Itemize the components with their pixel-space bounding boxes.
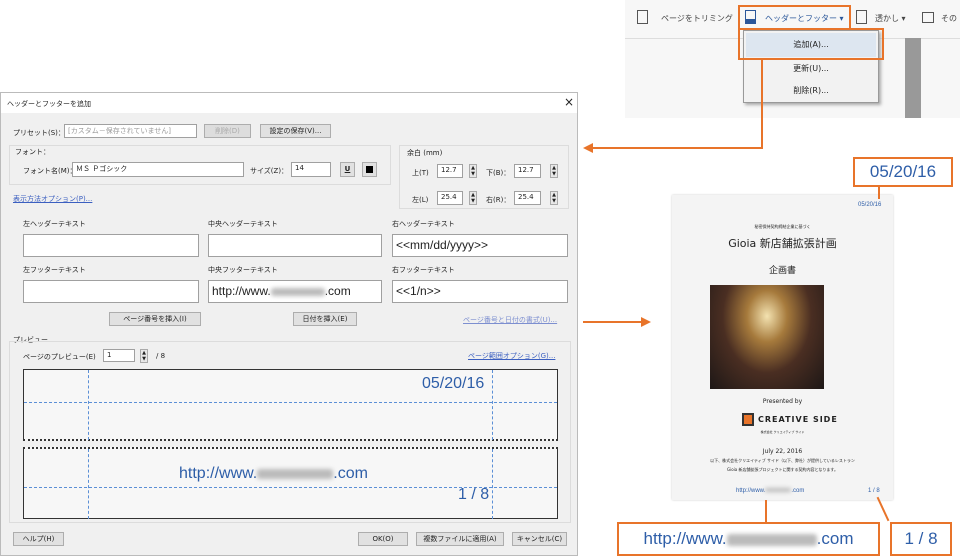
more-button[interactable]: その [941,13,957,24]
left-footer-label: 左フッターテキスト [23,266,86,274]
page-subtitle: 秘密保持契約締結企業に基づく [754,224,811,229]
preview-page-spinner[interactable]: ▲ ▼ [140,349,148,363]
appearance-options-link[interactable]: 表示方法オプション(P)... [13,194,92,204]
insert-date-button[interactable]: 日付を挿入(E) [293,312,357,326]
left-header-input[interactable] [23,234,199,257]
preset-label: プリセット(S)： [13,129,65,137]
left-header-label: 左ヘッダーテキスト [23,220,86,228]
size-label: サイズ(Z)： [250,167,289,175]
add-highlight [738,28,884,60]
right-footer-input[interactable]: <<1/n>> [392,280,568,303]
right-margin-label: 右(R)： [486,196,511,204]
url-suffix: .com [324,284,351,298]
cancel-button[interactable]: キャンセル(C) [512,532,567,546]
center-header-input[interactable] [208,234,382,257]
page-doc-type: 企画書 [768,266,796,276]
watermark-button[interactable]: 透かし ▾ [875,13,906,24]
page-header-date: 05/20/16 [858,202,882,208]
top-margin-input[interactable]: 12.7 [437,164,463,178]
title-bar: ヘッダーとフッターを追加 × [1,93,577,113]
url-callout: http://www. .com [617,522,880,556]
connector-line [583,321,641,323]
font-color-button[interactable] [362,162,377,177]
bottom-margin-input[interactable]: 12.7 [514,164,541,178]
preview-footer-page: 1 / 8 [458,486,490,503]
page-footer-num: 1 / 8 [868,488,880,494]
ok-button[interactable]: OK(O) [358,532,408,546]
right-margin-spinner[interactable]: ▲ ▼ [550,191,558,205]
header-preview: 05/20/16 [23,369,558,441]
center-footer-input[interactable]: http://www. .com [208,280,382,303]
arrow-left-icon [583,143,593,153]
font-name-label: フォント名(M)： [23,167,77,175]
font-size-select[interactable]: 14 [291,162,331,177]
logo-icon [742,413,754,426]
left-margin-input[interactable]: 25.4 [437,191,463,205]
preview-page-label: ページのプレビュー(E) [23,353,96,361]
connector-line [592,147,763,149]
top-margin-spinner[interactable]: ▲ ▼ [469,164,477,178]
bottom-margin-label: 下(B)： [486,169,511,177]
preset-select[interactable]: [カスタム－保存されていません] [64,124,197,138]
font-name-select[interactable]: ＭＳ Ｐゴシック [72,162,244,177]
list-icon [922,12,934,23]
page-number-callout: 1 / 8 [890,522,952,556]
menu-item-update[interactable]: 更新(U)... [744,63,878,74]
footer-preview: http://www. .com 1 / 8 [23,447,558,519]
page-date-format-link[interactable]: ページ番号と日付の書式(U)... [463,315,557,325]
restaurant-photo [710,285,824,389]
page-body1: 以下、株式会社クリエイティブ サイド（以下、弊社）が提供しているレストラン [710,458,855,463]
watermark-icon [856,10,867,24]
crop-page-icon [637,10,648,24]
page-date2: July 22, 2016 [762,448,803,455]
preview-header-date: 05/20/16 [422,375,485,392]
right-footer-label: 右フッターテキスト [392,266,455,274]
right-header-label: 右ヘッダーテキスト [392,220,455,228]
logo-subtext: 株式会社 クリエイティブ サイド [760,430,805,434]
page-range-options-link[interactable]: ページ範囲オプション(G)... [468,351,555,361]
underline-button[interactable]: U [340,162,355,177]
preview-footer-url: http://www. .com [179,465,368,482]
menu-item-delete[interactable]: 削除(R)... [744,85,878,96]
arrow-right-icon [641,317,651,327]
close-icon[interactable]: × [564,95,574,109]
page-body2: Gioia 新店舗拡張プロジェクトに関する契約内容となります。 [727,467,838,472]
header-footer-dialog: ヘッダーとフッターを追加 × プリセット(S)： [カスタム－保存されていません… [0,92,578,556]
page-footer-url: http://www. .com [736,488,805,494]
dialog-title: ヘッダーとフッターを追加 [7,100,91,108]
right-margin-input[interactable]: 25.4 [514,191,541,205]
bottom-margin-spinner[interactable]: ▲ ▼ [550,164,558,178]
page-title: Gioia 新店舗拡張計画 [728,237,837,250]
connector-line [761,60,763,149]
document-page: 05/20/16 秘密保持契約締結企業に基づく Gioia 新店舗拡張計画 企画… [672,195,893,500]
preview-page-input[interactable]: 1 [103,349,135,362]
logo-text: CREATIVE SIDE [758,415,838,424]
center-header-label: 中央ヘッダーテキスト [208,220,278,228]
apply-multiple-files-button[interactable]: 複数ファイルに適用(A) [416,532,504,546]
left-footer-input[interactable] [23,280,199,303]
presented-by: Presented by [762,398,803,405]
left-margin-spinner[interactable]: ▲ ▼ [469,191,477,205]
date-callout: 05/20/16 [853,157,953,187]
right-header-input[interactable]: <<mm/dd/yyyy>> [392,234,568,257]
insert-page-number-button[interactable]: ページ番号を挿入(I) [109,312,201,326]
top-margin-label: 上(T) [412,169,429,177]
scrollbar[interactable] [905,38,921,118]
delete-preset-button[interactable]: 削除(D) [204,124,251,138]
left-margin-label: 左(L) [412,196,429,204]
url-prefix: http://www. [212,284,271,298]
header-footer-highlight [738,5,851,30]
preview-total: / 8 [156,352,166,360]
save-settings-button[interactable]: 設定の保存(V)... [260,124,331,138]
trim-page-button[interactable]: ページをトリミング [661,13,733,24]
help-button[interactable]: ヘルプ(H) [13,532,64,546]
center-footer-label: 中央フッターテキスト [208,266,278,274]
font-group-label: フォント： [15,148,50,156]
margin-label: 余白 (mm) [407,149,443,157]
toolbar-panel: ページをトリミング ヘッダーとフッター ▾ 透かし ▾ その 追加(A)... … [625,0,960,118]
